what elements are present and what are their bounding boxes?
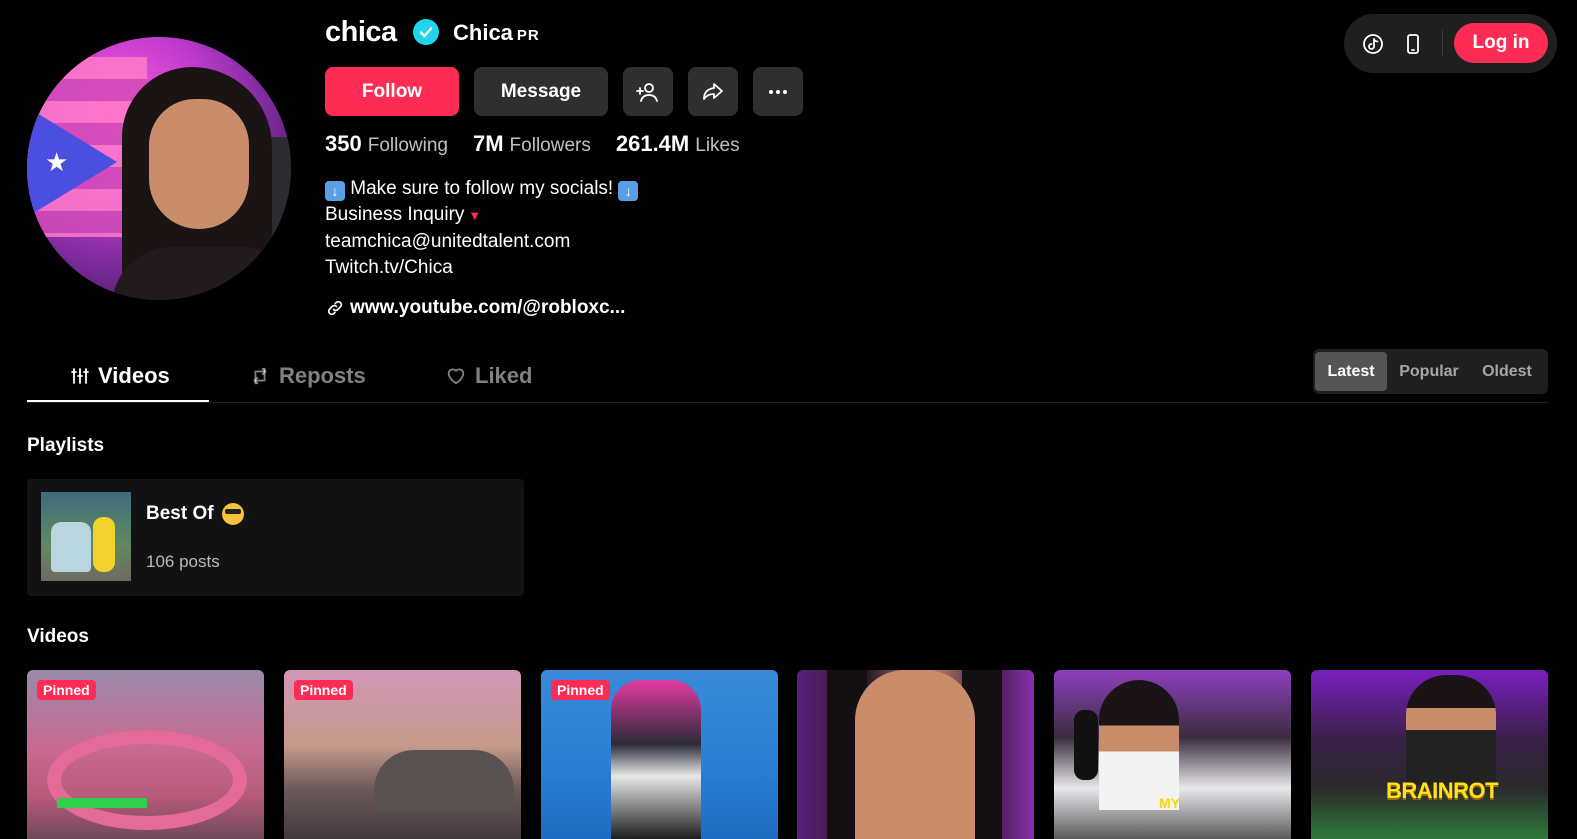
more-dots-icon [769, 89, 787, 94]
follow-button[interactable]: Follow [325, 67, 459, 116]
sort-oldest-button[interactable]: Oldest [1471, 352, 1543, 391]
video-card[interactable]: BRAINROT [1311, 670, 1548, 839]
toolbar-divider [1442, 30, 1443, 56]
mobile-device-icon[interactable] [1401, 32, 1425, 56]
playlist-card[interactable]: Best Of 106 posts [27, 479, 524, 596]
bio-line-2: Business Inquiry ▼ [325, 202, 638, 229]
followers-label: Followers [509, 135, 591, 156]
sort-control: Latest Popular Oldest [1313, 349, 1548, 394]
video-card[interactable]: Pinned [541, 670, 778, 839]
bio-line-2-text: Business Inquiry [325, 204, 465, 225]
suggested-accounts-button[interactable] [623, 67, 673, 116]
video-card[interactable]: MY [1054, 670, 1291, 839]
tab-reposts-label: Reposts [279, 363, 366, 388]
playlist-title-text: Best Of [146, 503, 214, 524]
heart-lock-icon [447, 368, 465, 385]
message-button[interactable]: Message [474, 67, 608, 116]
profile-stats: 350 Following 7M Followers 261.4M Likes [325, 131, 740, 157]
likes-count: 261.4M [615, 131, 690, 156]
top-right-toolbar: Log in [1344, 14, 1557, 73]
playlist-post-count: 106 posts [146, 552, 220, 571]
pronouns-badge: PR [516, 27, 540, 44]
down-triangle-icon: ▼ [468, 208, 482, 223]
profile-nickname: Chica PR [453, 20, 540, 46]
video-card[interactable]: Pinned [284, 670, 521, 839]
bio-line-3: teamchica@unitedtalent.com [325, 231, 571, 252]
following-stat[interactable]: 350 Following [325, 131, 448, 157]
likes-label: Likes [695, 135, 740, 156]
tab-reposts[interactable]: Reposts [249, 350, 366, 402]
tab-videos-label: Videos [98, 363, 170, 388]
down-arrow-emoji-icon: ↓ [325, 181, 345, 201]
repost-icon [253, 367, 267, 385]
videos-heading: Videos [27, 626, 89, 647]
tab-liked[interactable]: Liked [445, 350, 532, 402]
video-card[interactable] [797, 670, 1034, 839]
pinned-badge: Pinned [294, 680, 353, 700]
nickname-text: Chica [453, 20, 513, 45]
videos-grid-icon [71, 368, 89, 384]
pinned-badge: Pinned [37, 680, 96, 700]
sort-latest-button[interactable]: Latest [1315, 352, 1387, 391]
pinned-badge: Pinned [551, 680, 610, 700]
bio-line-1: ↓ Make sure to follow my socials! ↓ [325, 176, 639, 202]
following-label: Following [367, 135, 448, 156]
tab-videos[interactable]: Videos [70, 350, 170, 402]
video-card[interactable]: Pinned [27, 670, 264, 839]
followers-stat[interactable]: 7M Followers [473, 131, 591, 157]
share-button[interactable] [688, 67, 738, 116]
playlist-title: Best Of [146, 503, 244, 525]
verified-badge-icon [413, 19, 439, 45]
tab-liked-label: Liked [475, 363, 533, 388]
profile-avatar: ★ [27, 37, 291, 300]
sort-popular-button[interactable]: Popular [1391, 352, 1467, 391]
link-icon [327, 300, 343, 316]
profile-link[interactable]: www.youtube.com/@robloxc... [326, 297, 625, 319]
active-tab-indicator [27, 400, 209, 402]
likes-stat: 261.4M Likes [616, 131, 740, 157]
more-options-button[interactable] [753, 67, 803, 116]
sunglasses-emoji-icon [221, 503, 244, 525]
followers-count: 7M [472, 131, 504, 156]
video-thumbnail-text: MY [1159, 795, 1180, 811]
following-count: 350 [325, 131, 362, 156]
profile-bio: ↓ Make sure to follow my socials! ↓ Busi… [325, 176, 639, 281]
profile-username: chica [325, 16, 397, 48]
down-arrow-emoji-icon: ↓ [618, 181, 639, 201]
playlist-thumbnail [41, 492, 131, 581]
profile-link-text: www.youtube.com/@robloxc... [350, 297, 626, 318]
bio-line-4: Twitch.tv/Chica [325, 257, 453, 278]
bio-line-1-text: Make sure to follow my socials! [350, 178, 614, 199]
login-button[interactable]: Log in [1454, 23, 1548, 63]
tiktok-coin-icon[interactable] [1361, 32, 1385, 56]
playlists-heading: Playlists [27, 435, 105, 456]
video-thumbnail-text: BRAINROT [1386, 778, 1499, 803]
share-icon [703, 82, 723, 100]
add-friend-icon [636, 82, 658, 102]
